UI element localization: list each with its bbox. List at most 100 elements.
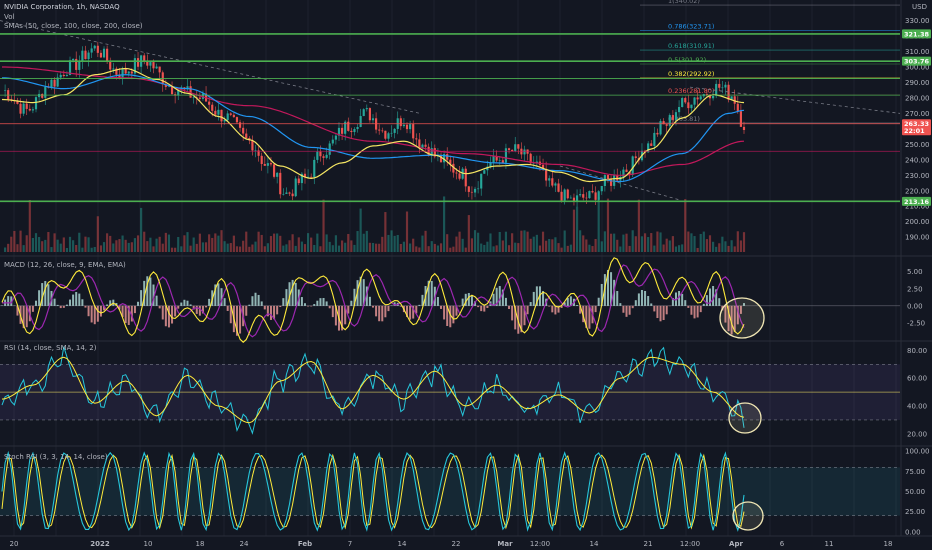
candle-body <box>569 197 572 199</box>
candle-body <box>93 45 96 49</box>
macd-histogram-bar <box>300 297 303 306</box>
volume-bar <box>143 231 146 252</box>
macd-histogram-bar <box>325 301 328 306</box>
volume-bar <box>235 246 239 252</box>
volume-bar <box>665 238 668 252</box>
volume-bar <box>656 231 659 252</box>
macd-histogram-bar <box>637 293 640 306</box>
macd-histogram-bar <box>84 305 87 308</box>
macd-highlight-circle <box>719 297 765 339</box>
macd-histogram-bar <box>529 302 532 306</box>
macd-histogram-bar <box>483 305 486 312</box>
volume-bar <box>375 243 378 252</box>
volume-bar <box>38 237 41 252</box>
candle-body <box>245 133 248 139</box>
candle-body <box>458 173 461 179</box>
macd-histogram-bar <box>53 298 56 306</box>
volume-bar <box>526 231 529 252</box>
candle-body <box>272 164 276 177</box>
candle-body <box>551 178 554 186</box>
volume-bar <box>192 237 195 252</box>
candle-body <box>313 159 316 177</box>
candle-body <box>464 168 467 187</box>
macd-histogram-bar <box>65 304 68 306</box>
currency-label[interactable]: USD <box>912 3 927 11</box>
volume-bar <box>248 246 251 252</box>
macd-histogram-bar <box>310 305 313 307</box>
volume-bar <box>507 245 511 252</box>
candle-body <box>347 121 350 131</box>
candle-body <box>266 163 269 166</box>
candle-body <box>693 97 696 105</box>
volume-bar <box>84 236 87 252</box>
volume-bar <box>405 211 409 252</box>
volume-bar <box>44 239 47 252</box>
volume-bar <box>81 247 84 252</box>
volume-bar <box>19 230 22 252</box>
macd-histogram-bar <box>177 305 180 309</box>
volume-bar <box>232 235 235 252</box>
volume-bar <box>310 237 313 252</box>
macd-histogram-bar <box>239 305 242 334</box>
macd-histogram-bar <box>718 298 721 306</box>
macd-histogram-bar <box>548 305 551 307</box>
volume-bar <box>25 235 28 252</box>
volume-bar <box>436 245 440 252</box>
macd-histogram-bar <box>245 305 248 316</box>
volume-bar <box>396 234 399 252</box>
volume-bar <box>133 238 137 252</box>
candle-body <box>684 98 687 103</box>
volume-bar <box>208 234 211 252</box>
macd-histogram-bar <box>226 305 229 311</box>
volume-bar <box>449 247 452 252</box>
volume-bar <box>421 235 424 252</box>
volume-bar <box>514 242 517 252</box>
volume-bar <box>381 236 384 252</box>
rsi-tick-label: 20.00 <box>907 430 927 438</box>
sma-label: SMAs (50, close, 100, close, 200, close) <box>4 22 143 30</box>
candle-body <box>238 122 242 128</box>
candle-body <box>263 163 266 166</box>
candle-body <box>121 68 124 79</box>
time-tick-label: 14 <box>398 540 407 548</box>
volume-bar <box>195 243 198 252</box>
candle-body <box>353 129 356 133</box>
volume-bar <box>520 230 523 252</box>
candle-body <box>477 188 480 190</box>
macd-histogram-bar <box>183 299 186 306</box>
macd-histogram-bar <box>285 289 288 306</box>
volume-bar <box>22 245 25 252</box>
fib-label: 0.382(292.92) <box>668 70 714 78</box>
macd-histogram-bar <box>44 281 47 306</box>
trading-chart[interactable]: 1(340.02) 0.786(323.71) 0.618(310.91) 0.5(3… <box>0 0 932 550</box>
rsi-label: RSI (14, close, SMA, 14, 2) <box>4 344 97 352</box>
stoch-tick-label: 25.00 <box>905 508 925 516</box>
volume-bar <box>28 200 31 252</box>
volume-bar <box>319 246 322 252</box>
macd-histogram-bar <box>443 305 446 320</box>
candle-body <box>594 192 597 200</box>
macd-histogram-bar <box>687 305 690 308</box>
candle-body <box>208 101 211 105</box>
volume-bar <box>276 233 279 252</box>
volume-bar <box>96 216 99 252</box>
volume-bar <box>316 233 319 252</box>
candle-body <box>514 144 517 152</box>
candle-body <box>504 148 508 163</box>
volume-bar <box>498 231 501 252</box>
volume-bar <box>427 246 430 252</box>
macd-histogram-bar <box>186 300 189 306</box>
candle-body <box>198 97 201 99</box>
volume-bar <box>34 233 38 252</box>
time-tick-label: 18 <box>884 540 893 548</box>
macd-histogram-bar <box>75 292 78 306</box>
candle-body <box>699 96 702 100</box>
volume-bar <box>616 239 619 252</box>
volume-bar <box>300 241 303 252</box>
candle-body <box>78 61 81 70</box>
macd-histogram-bar <box>155 295 158 306</box>
volume-bar <box>334 235 337 252</box>
volume-bar <box>473 230 477 252</box>
volume-bar <box>217 235 220 252</box>
macd-histogram-bar <box>164 305 167 327</box>
